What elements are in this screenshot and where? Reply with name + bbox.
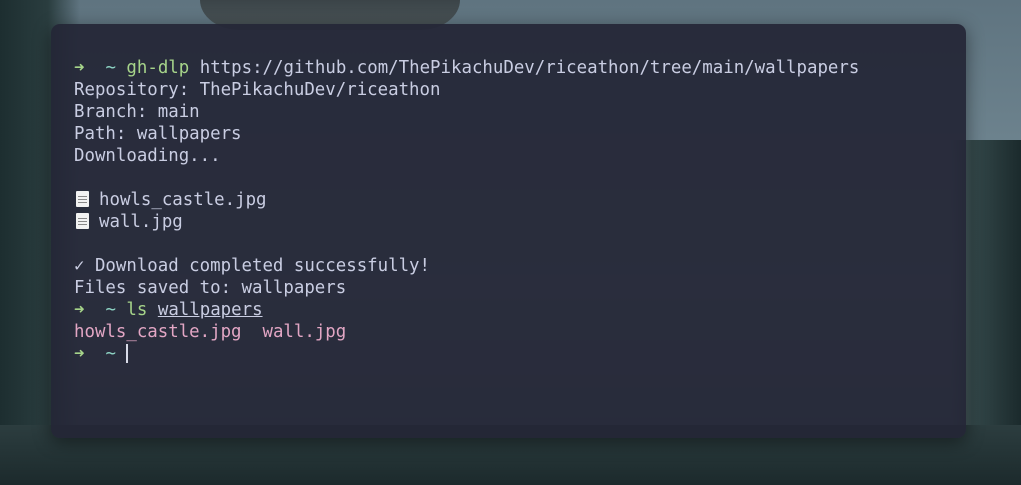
command-url: https://github.com/ThePikachuDev/riceath… (199, 58, 860, 78)
text-cursor (126, 344, 129, 363)
output-file-1: howls_castle.jpg (74, 189, 966, 211)
output-saved-to: Files saved to: wallpapers (74, 278, 347, 298)
output-blank (74, 167, 966, 189)
terminal-line-prompt[interactable]: ➜ ~ (74, 343, 966, 365)
prompt-cwd: ~ (105, 58, 116, 78)
document-icon (76, 213, 89, 229)
prompt-arrow-icon: ➜ (74, 58, 85, 78)
terminal-window[interactable]: ➜ ~ gh-dlp https://github.com/ThePikachu… (51, 24, 966, 438)
file-name: howls_castle.jpg (99, 190, 267, 210)
prompt-arrow-icon: ➜ (74, 344, 85, 364)
terminal-line-command-2: ➜ ~ ls wallpapers (74, 299, 966, 321)
output-branch: Branch: main (74, 102, 200, 122)
ls-output: howls_castle.jpg wall.jpg (74, 321, 966, 343)
command-name: ls (126, 300, 148, 320)
ls-file: wall.jpg (262, 322, 347, 342)
output-repository: Repository: ThePikachuDev/riceathon (74, 80, 441, 100)
output-file-2: wall.jpg (74, 211, 966, 233)
prompt-cwd: ~ (105, 300, 116, 320)
prompt-arrow-icon: ➜ (74, 300, 85, 320)
file-name: wall.jpg (99, 212, 183, 232)
command-argument: wallpapers (157, 300, 263, 320)
ls-file: howls_castle.jpg (74, 322, 242, 342)
output-blank (74, 233, 966, 255)
output-success: ✓ Download completed successfully! (74, 256, 430, 276)
output-path: Path: wallpapers (74, 124, 242, 144)
output-downloading: Downloading... (74, 146, 221, 166)
terminal-line-command-1: ➜ ~ gh-dlp https://github.com/ThePikachu… (74, 57, 966, 79)
document-icon (76, 191, 89, 207)
prompt-cwd: ~ (105, 344, 116, 364)
command-name: gh-dlp (126, 58, 190, 78)
